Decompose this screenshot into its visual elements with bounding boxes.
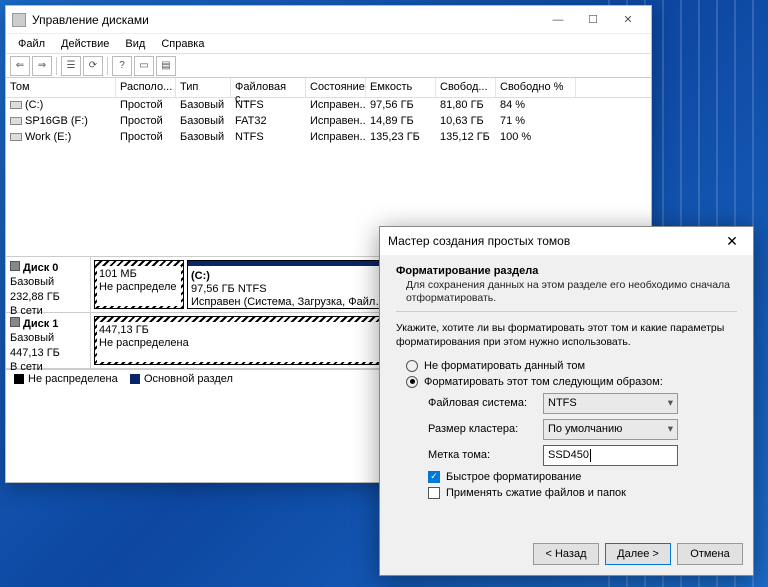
- menu-action[interactable]: Действие: [53, 36, 117, 52]
- menu-bar: Файл Действие Вид Справка: [6, 34, 651, 54]
- radio-format-label: Форматировать этот том следующим образом…: [424, 376, 663, 388]
- col-free[interactable]: Свобод...: [436, 78, 496, 97]
- compress-label: Применять сжатие файлов и папок: [446, 487, 626, 499]
- filesystem-select[interactable]: NTFS: [543, 393, 678, 414]
- chart-view-icon[interactable]: ▤: [156, 56, 176, 76]
- legend-unallocated: Не распределена: [28, 373, 118, 385]
- radio-no-format-label: Не форматировать данный том: [424, 360, 585, 372]
- cancel-button[interactable]: Отмена: [677, 543, 743, 565]
- wizard-title-bar[interactable]: Мастер создания простых томов ✕: [380, 227, 753, 255]
- radio-icon: [406, 376, 418, 388]
- menu-file[interactable]: Файл: [10, 36, 53, 52]
- next-button[interactable]: Далее >: [605, 543, 671, 565]
- volume-label-input[interactable]: SSD450: [543, 445, 678, 466]
- radio-no-format[interactable]: Не форматировать данный том: [406, 360, 737, 372]
- wizard-subheading: Для сохранения данных на этом разделе ег…: [406, 279, 737, 305]
- wizard-heading: Форматирование раздела: [396, 265, 737, 277]
- wizard-title: Мастер создания простых томов: [388, 234, 715, 248]
- table-row[interactable]: Work (E:)ПростойБазовыйNTFSИсправен...13…: [6, 130, 651, 146]
- radio-format[interactable]: Форматировать этот том следующим образом…: [406, 376, 737, 388]
- help-icon[interactable]: ?: [112, 56, 132, 76]
- col-freepct[interactable]: Свободно %: [496, 78, 576, 97]
- cluster-select[interactable]: По умолчанию: [543, 419, 678, 440]
- close-button[interactable]: ✕: [611, 9, 645, 31]
- column-headers: Том Располо... Тип Файловая с... Состоян…: [6, 78, 651, 98]
- refresh-icon[interactable]: ⟳: [83, 56, 103, 76]
- disk-view-icon[interactable]: ▭: [134, 56, 154, 76]
- wizard-close-button[interactable]: ✕: [715, 230, 749, 252]
- back-icon[interactable]: ⇐: [10, 56, 30, 76]
- table-row[interactable]: (C:)ПростойБазовыйNTFSИсправен...97,56 Г…: [6, 98, 651, 114]
- col-type[interactable]: Тип: [176, 78, 231, 97]
- minimize-button[interactable]: —: [541, 9, 575, 31]
- quick-format-label: Быстрое форматирование: [446, 471, 581, 483]
- checkbox-icon: [428, 487, 440, 499]
- filesystem-label: Файловая система:: [428, 397, 543, 409]
- legend-primary: Основной раздел: [144, 373, 233, 385]
- table-row[interactable]: SP16GB (F:)ПростойБазовыйFAT32Исправен..…: [6, 114, 651, 130]
- col-filesystem[interactable]: Файловая с...: [231, 78, 306, 97]
- radio-icon: [406, 360, 418, 372]
- view-icon[interactable]: ☰: [61, 56, 81, 76]
- title-bar[interactable]: Управление дисками — ☐ ✕: [6, 6, 651, 34]
- col-layout[interactable]: Располо...: [116, 78, 176, 97]
- maximize-button[interactable]: ☐: [576, 9, 610, 31]
- menu-help[interactable]: Справка: [153, 36, 212, 52]
- col-status[interactable]: Состояние: [306, 78, 366, 97]
- checkbox-icon: ✓: [428, 471, 440, 483]
- quick-format-checkbox[interactable]: ✓ Быстрое форматирование: [428, 471, 737, 483]
- back-button[interactable]: < Назад: [533, 543, 599, 565]
- partition-unallocated[interactable]: 101 МБНе распределе: [94, 260, 184, 309]
- wizard-prompt: Укажите, хотите ли вы форматировать этот…: [396, 322, 737, 349]
- compress-checkbox[interactable]: Применять сжатие файлов и папок: [428, 487, 737, 499]
- menu-view[interactable]: Вид: [117, 36, 153, 52]
- wizard-dialog: Мастер создания простых томов ✕ Форматир…: [379, 226, 754, 576]
- volume-label-label: Метка тома:: [428, 449, 543, 461]
- window-title: Управление дисками: [32, 13, 541, 27]
- col-capacity[interactable]: Емкость: [366, 78, 436, 97]
- col-volume[interactable]: Том: [6, 78, 116, 97]
- app-icon: [12, 13, 26, 27]
- forward-icon[interactable]: ⇒: [32, 56, 52, 76]
- toolbar: ⇐ ⇒ ☰ ⟳ ? ▭ ▤: [6, 54, 651, 78]
- cluster-label: Размер кластера:: [428, 423, 543, 435]
